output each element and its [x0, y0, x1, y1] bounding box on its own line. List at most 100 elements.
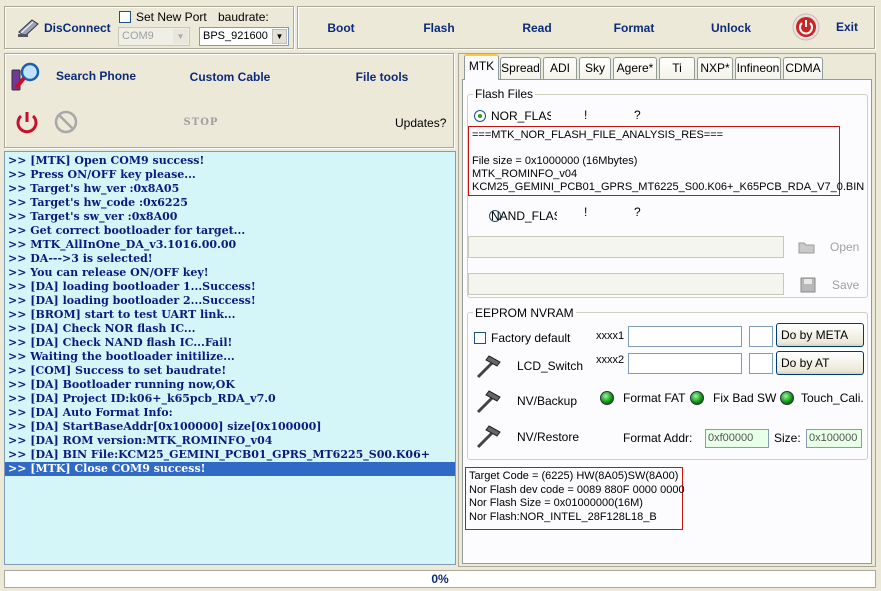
save-file-field[interactable]	[468, 273, 784, 295]
port-select[interactable]: COM9 ▼	[118, 27, 190, 46]
log-line[interactable]: >> Get correct bootloader for target...	[5, 224, 455, 238]
tab-ti[interactable]: Ti	[659, 57, 695, 79]
custom-cable-button[interactable]: Custom Cable	[184, 68, 276, 86]
touch-cali-label: Touch_Cali...	[801, 391, 863, 405]
nor-info-line	[472, 142, 836, 155]
xxxx1-label: xxxx1	[596, 330, 625, 342]
log-line[interactable]: >> Target's hw_code :0x6225	[5, 196, 455, 210]
size-input[interactable]: 0x100000	[806, 429, 862, 448]
log-line[interactable]: >> [MTK] Open COM9 success!	[5, 154, 455, 168]
log-line[interactable]: >> [DA] Check NOR flash IC...	[5, 322, 455, 336]
fix-bad-sw-led-icon[interactable]	[690, 391, 704, 405]
disconnect-button[interactable]: DisConnect	[16, 16, 112, 40]
boot-button[interactable]: Boot	[316, 18, 366, 38]
unlock-button[interactable]: Unlock	[705, 18, 757, 38]
format-fat-led-icon[interactable]	[600, 391, 614, 405]
nv-restore-button[interactable]: NV/Restore	[517, 430, 579, 444]
format-button[interactable]: Format	[606, 18, 662, 38]
flash-button[interactable]: Flash	[414, 18, 464, 38]
log-line[interactable]: >> [DA] loading bootloader 2...Success!	[5, 294, 455, 308]
tab-cdma[interactable]: CDMA	[783, 57, 823, 79]
search-phone-button[interactable]: Search Phone	[10, 58, 140, 94]
search-phone-label: Search Phone	[56, 69, 137, 83]
eeprom-label: EEPROM NVRAM	[473, 306, 576, 320]
log-line[interactable]: >> [BROM] start to test UART link...	[5, 308, 455, 322]
log-line[interactable]: >> [DA] loading bootloader 1...Success!	[5, 280, 455, 294]
power-icon[interactable]	[13, 108, 41, 136]
format-addr-value: 0xf00000	[708, 432, 754, 444]
tab-infineon[interactable]: Infineon	[735, 57, 781, 79]
baudrate-label: baudrate:	[218, 10, 269, 24]
tab-agere[interactable]: Agere*	[613, 57, 657, 79]
log-line[interactable]: >> Target's hw_ver :0x8A05	[5, 182, 455, 196]
log-line[interactable]: >> [DA] Auto Format Info:	[5, 406, 455, 420]
open-file-field[interactable]	[468, 236, 784, 258]
updates-link[interactable]: Updates?	[395, 116, 446, 130]
tab-sky[interactable]: Sky	[579, 57, 611, 79]
touch-cali-led-icon[interactable]	[780, 391, 794, 405]
phone-disconnect-icon	[18, 19, 39, 37]
nor-info-line: ===MTK_NOR_FLASH_FILE_ANALYSIS_RES===	[472, 129, 724, 141]
file-tools-button[interactable]: File tools	[350, 68, 414, 86]
stop-button[interactable]: STOP	[175, 114, 227, 130]
open-button[interactable]: Open	[798, 238, 862, 258]
do-by-at-button[interactable]: Do by AT	[776, 351, 864, 375]
format-addr-label: Format Addr:	[623, 431, 693, 445]
log-line[interactable]: >> [DA] Project ID:k06+_k65pcb_RDA_v7.0	[5, 392, 455, 406]
nv-backup-button[interactable]: NV/Backup	[517, 394, 577, 408]
do-by-meta-button[interactable]: Do by META	[776, 323, 864, 347]
save-button[interactable]: Save	[798, 276, 862, 296]
log-line[interactable]: >> Target's sw_ver :0x8A00	[5, 210, 455, 224]
progress-bar: 0%	[4, 570, 876, 588]
disconnect-label: DisConnect	[44, 21, 111, 35]
tab-spread[interactable]: Spread	[500, 57, 541, 79]
log-line[interactable]: >> You can release ON/OFF key!	[5, 266, 455, 280]
save-label: Save	[832, 278, 860, 292]
progress-percent: 0%	[431, 572, 449, 586]
flash-files-label: Flash Files	[473, 87, 536, 101]
nand-flash-label: NAND_FLASH	[491, 209, 557, 223]
log-line[interactable]: >> Waiting the bootloader initilize...	[5, 350, 455, 364]
magnifier-icon	[11, 62, 40, 91]
log-line[interactable]: >> [DA] BIN File:KCM25_GEMINI_PCB01_GPRS…	[5, 448, 455, 462]
xxxx1-input[interactable]	[628, 326, 742, 347]
baudrate-select[interactable]: BPS_921600 ▼	[199, 27, 289, 46]
log-line[interactable]: >> [MTK] Close COM9 success!	[5, 462, 455, 476]
xxxx2-small-input[interactable]	[749, 353, 773, 374]
stop-icon[interactable]	[54, 110, 78, 134]
hammer-icon	[476, 425, 501, 449]
xxxx1-small-input[interactable]	[749, 326, 773, 347]
nor-info-line: MTK_ROMINFO_v04	[472, 168, 578, 180]
log-line[interactable]: >> [DA] ROM version:MTK_ROMINFO_v04	[5, 434, 455, 448]
format-addr-input[interactable]: 0xf00000	[705, 429, 769, 448]
log-line[interactable]: >> [DA] StartBaseAddr[0x100000] size[0x1…	[5, 420, 455, 434]
nand-mark-exclaim: !	[584, 205, 588, 219]
size-label: Size:	[774, 431, 801, 445]
log-line[interactable]: >> [DA] Bootloader running now,OK	[5, 378, 455, 392]
tab-adi[interactable]: ADI	[543, 57, 577, 79]
tab-nxp[interactable]: NXP*	[697, 57, 733, 79]
tab-mtk[interactable]: MTK	[464, 54, 499, 80]
hammer-icon	[476, 390, 501, 414]
baudrate-value: BPS_921600	[203, 30, 268, 42]
log-line[interactable]: >> MTK_AllInOne_DA_v3.1016.00.00	[5, 238, 455, 252]
log-line[interactable]: >> [COM] Success to set baudrate!	[5, 364, 455, 378]
xxxx2-input[interactable]	[628, 353, 742, 374]
lcd-switch-button[interactable]: LCD_Switch	[517, 359, 583, 373]
log-line[interactable]: >> Press ON/OFF key please...	[5, 168, 455, 182]
log-line[interactable]: >> DA--->3 is selected!	[5, 252, 455, 266]
target-info-line: Nor Flash:NOR_INTEL_28F128L18_B	[469, 510, 657, 523]
factory-default-checkbox[interactable]	[474, 332, 486, 344]
target-info-box: Target Code = (6225) HW(8A05)SW(8A00) Nor…	[465, 467, 685, 530]
port-value: COM9	[122, 30, 154, 42]
log-line[interactable]: >> [DA] Check NAND flash IC...Fail!	[5, 336, 455, 350]
chevron-down-icon: ▼	[272, 29, 287, 44]
nor-flash-radio[interactable]	[474, 110, 486, 122]
factory-default-label: Factory default	[491, 331, 571, 345]
exit-button[interactable]: Exit	[792, 13, 862, 41]
set-new-port-checkbox[interactable]	[119, 11, 131, 23]
nor-mark-exclaim: !	[584, 108, 588, 122]
read-button[interactable]: Read	[512, 18, 562, 38]
log-panel[interactable]: >> [MTK] Open COM9 success! >> Press ON/O…	[4, 151, 456, 565]
chevron-down-icon: ▼	[173, 29, 188, 44]
